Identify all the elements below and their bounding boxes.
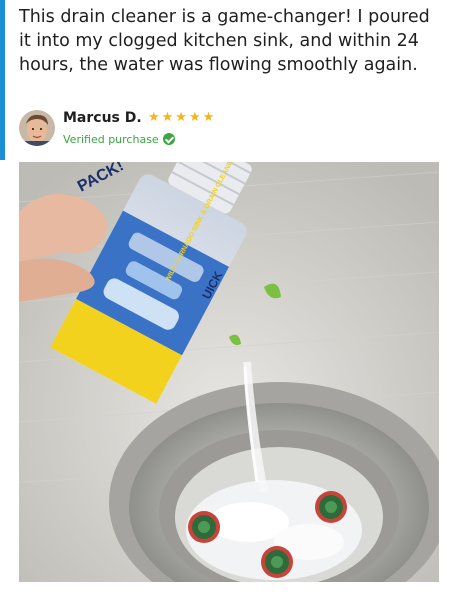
avatar — [19, 110, 55, 146]
review-card: This drain cleaner is a game-changer! I … — [0, 0, 460, 160]
check-circle-icon — [162, 133, 175, 145]
star-rating-icon: ★★★★★ — [148, 110, 217, 125]
verified-badge: Verified purchase — [63, 133, 175, 146]
drain-cleaner-photo: PACK! WILD TORNADO SINK & DRAIN CLEANER … — [19, 162, 439, 582]
verified-label: Verified purchase — [63, 133, 159, 146]
review-text: This drain cleaner is a game-changer! I … — [19, 7, 430, 75]
reviewer-name: Marcus D. — [63, 110, 142, 126]
avatar-image — [19, 110, 55, 146]
review-photo[interactable]: PACK! WILD TORNADO SINK & DRAIN CLEANER … — [19, 162, 439, 582]
quote-accent-bar — [0, 0, 5, 160]
